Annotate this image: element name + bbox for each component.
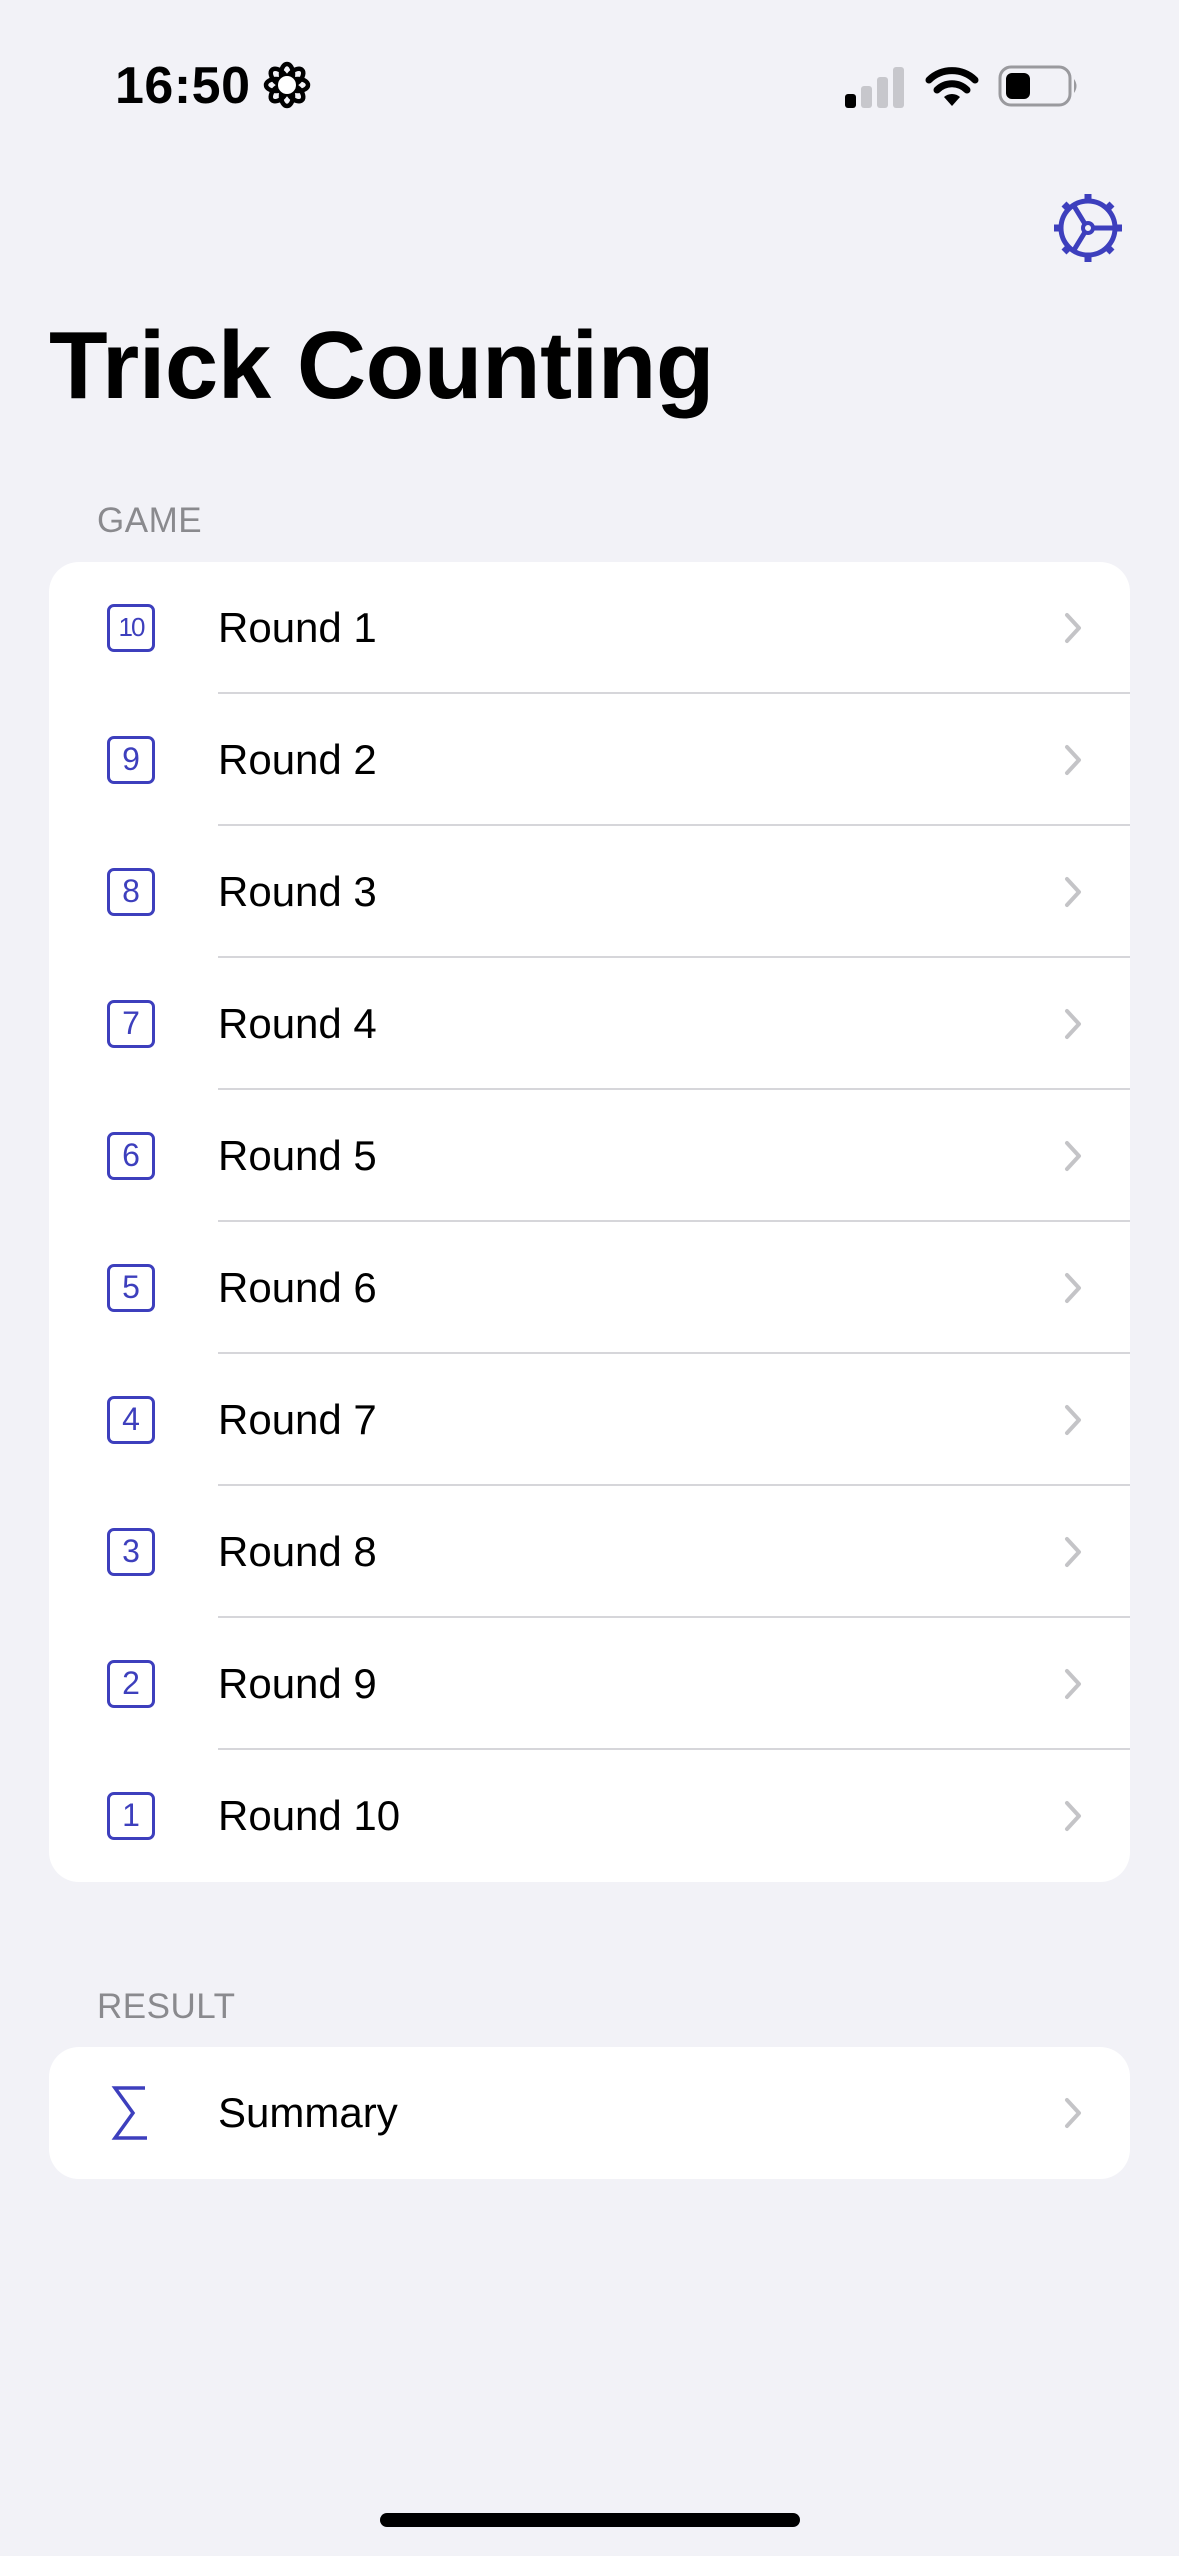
home-indicator[interactable] <box>380 2513 800 2527</box>
page-title: Trick Counting <box>49 312 715 419</box>
flower-focus-icon <box>263 61 311 109</box>
round-row[interactable]: 6 Round 5 <box>49 1090 1130 1222</box>
round-row[interactable]: 8 Round 3 <box>49 826 1130 958</box>
status-bar: 16:50 <box>0 0 1179 150</box>
round-label: Round 6 <box>218 1264 377 1311</box>
number-square-icon: 10 <box>107 604 155 652</box>
battery-icon <box>998 65 1077 107</box>
round-label: Round 4 <box>218 1000 377 1047</box>
number-square-icon: 4 <box>107 1396 155 1444</box>
round-label: Round 1 <box>218 604 377 651</box>
summary-label: Summary <box>218 2089 398 2136</box>
number-square-icon: 6 <box>107 1132 155 1180</box>
round-row[interactable]: 5 Round 6 <box>49 1222 1130 1354</box>
chevron-right-icon <box>1065 745 1081 775</box>
number-square-icon: 7 <box>107 1000 155 1048</box>
round-label: Round 8 <box>218 1528 377 1575</box>
round-row[interactable]: 9 Round 2 <box>49 694 1130 826</box>
chevron-right-icon <box>1065 1273 1081 1303</box>
cellular-signal-icon <box>845 67 904 108</box>
settings-gear-button[interactable] <box>1050 190 1126 266</box>
chevron-right-icon <box>1065 1801 1081 1831</box>
game-rounds-list: 10 Round 1 9 Round 2 8 Round 3 7 Round 4 6 Round … <box>49 562 1130 1882</box>
chevron-right-icon <box>1065 1669 1081 1699</box>
wifi-icon <box>925 67 979 106</box>
summary-row[interactable]: Summary <box>49 2047 1130 2179</box>
round-row[interactable]: 2 Round 9 <box>49 1618 1130 1750</box>
chevron-right-icon <box>1065 613 1081 643</box>
number-square-icon: 1 <box>107 1792 155 1840</box>
result-list: Summary <box>49 2047 1130 2179</box>
round-label: Round 7 <box>218 1396 377 1443</box>
chevron-right-icon <box>1065 877 1081 907</box>
round-row[interactable]: 3 Round 8 <box>49 1486 1130 1618</box>
round-label: Round 10 <box>218 1792 401 1839</box>
section-header-result: RESULT <box>97 1987 236 2026</box>
round-label: Round 3 <box>218 868 377 915</box>
round-label: Round 2 <box>218 736 377 783</box>
round-label: Round 5 <box>218 1132 377 1179</box>
number-square-icon: 3 <box>107 1528 155 1576</box>
number-square-icon: 2 <box>107 1660 155 1708</box>
round-row[interactable]: 4 Round 7 <box>49 1354 1130 1486</box>
chevron-right-icon <box>1065 1537 1081 1567</box>
number-square-icon: 5 <box>107 1264 155 1312</box>
section-header-game: GAME <box>97 501 203 540</box>
chevron-right-icon <box>1065 1405 1081 1435</box>
status-time: 16:50 <box>115 57 251 115</box>
chevron-right-icon <box>1065 1141 1081 1171</box>
round-row[interactable]: 1 Round 10 <box>49 1750 1130 1882</box>
number-square-icon: 9 <box>107 736 155 784</box>
chevron-right-icon <box>1065 2098 1081 2128</box>
round-label: Round 9 <box>218 1660 377 1707</box>
round-row[interactable]: 10 Round 1 <box>49 562 1130 694</box>
round-row[interactable]: 7 Round 4 <box>49 958 1130 1090</box>
sigma-icon <box>111 2086 147 2140</box>
number-square-icon: 8 <box>107 868 155 916</box>
chevron-right-icon <box>1065 1009 1081 1039</box>
